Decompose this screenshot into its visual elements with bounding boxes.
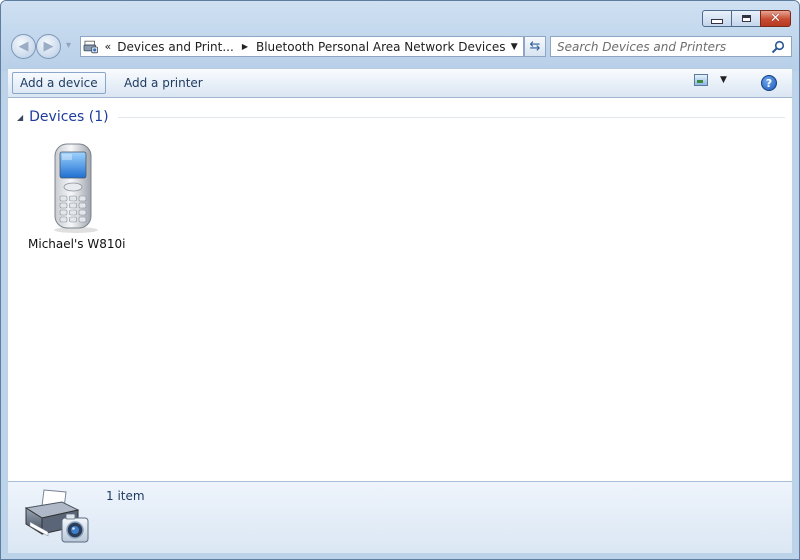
printer-camera-icon (24, 489, 89, 543)
minimize-icon (711, 19, 723, 24)
collapse-arrow-icon[interactable]: ◢ (17, 113, 23, 122)
breadcrumb-devices-and-printers[interactable]: Devices and Print... (117, 40, 234, 54)
breadcrumb-overflow-icon[interactable]: « (105, 40, 112, 53)
change-view-icon (694, 74, 708, 86)
search-input[interactable]: Search Devices and Printers (557, 40, 771, 54)
maximize-button[interactable] (731, 10, 761, 27)
help-button[interactable]: ? (761, 75, 777, 91)
device-item[interactable]: Michael's W810i (28, 142, 126, 251)
devices-and-printers-icon (83, 40, 98, 53)
mobile-phone-icon (54, 143, 98, 233)
devices-window: ✕ ◀ ▶ ▾ « Devices and Print... ▶ Bluetoo… (0, 0, 800, 560)
search-box[interactable]: Search Devices and Printers (550, 36, 792, 57)
minimize-button[interactable] (702, 10, 732, 27)
recent-pages-button[interactable]: ▾ (66, 40, 71, 51)
item-count: 1 item (106, 489, 145, 503)
address-dropdown-icon[interactable]: ▼ (506, 42, 523, 52)
add-a-printer-button[interactable]: Add a printer (117, 72, 210, 94)
group-title: Devices (1) (29, 109, 109, 125)
device-list-pane: ◢ Devices (1) Michael's W810i (8, 98, 792, 481)
back-arrow-icon: ◀ (18, 39, 29, 54)
close-button[interactable]: ✕ (760, 10, 791, 27)
address-bar[interactable]: « Devices and Print... ▶ Bluetooth Perso… (80, 36, 524, 57)
refresh-icon: ⇆ (529, 39, 541, 54)
close-icon: ✕ (770, 11, 781, 26)
view-dropdown-icon[interactable]: ▼ (720, 75, 727, 85)
change-view-button[interactable]: ▼ (694, 74, 727, 86)
details-pane: 1 item (8, 481, 792, 553)
breadcrumb-arrow-icon[interactable]: ▶ (242, 42, 248, 51)
forward-button[interactable]: ▶ (36, 34, 61, 59)
search-icon[interactable] (771, 40, 785, 54)
caption-buttons: ✕ (702, 10, 791, 27)
back-button[interactable]: ◀ (11, 34, 36, 59)
breadcrumb-bluetooth-pan-devices[interactable]: Bluetooth Personal Area Network Devices (256, 40, 506, 54)
device-label: Michael's W810i (28, 237, 126, 251)
forward-arrow-icon: ▶ (43, 39, 54, 54)
restore-icon (741, 15, 751, 22)
refresh-button[interactable]: ⇆ (524, 36, 546, 57)
navigation-bar: ◀ ▶ ▾ « Devices and Print... ▶ Bluetooth… (9, 34, 793, 60)
add-a-device-button[interactable]: Add a device (12, 72, 106, 94)
devices-group-header[interactable]: ◢ Devices (1) (17, 109, 785, 125)
group-divider (117, 117, 785, 118)
command-bar: Add a device Add a printer ▼ ? (8, 68, 792, 98)
